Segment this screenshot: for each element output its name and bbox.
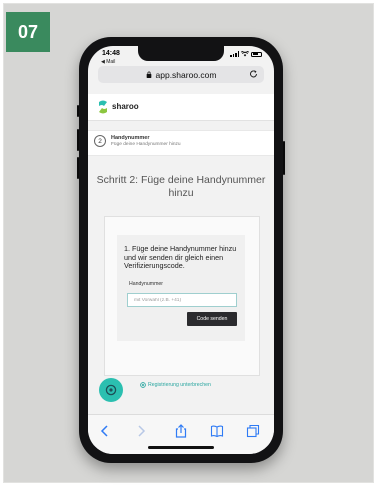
help-icon (105, 384, 117, 396)
step-badge: 07 (6, 12, 50, 52)
phone-field-label: Handynummer (129, 281, 164, 287)
book-icon[interactable] (210, 424, 224, 438)
brand-name: sharoo (112, 102, 139, 111)
phone-screen: 14:48 ◀ Mail app.sharoo.com sharoo 2 Han… (88, 46, 274, 454)
url-bar[interactable]: app.sharoo.com (98, 66, 264, 83)
instruction-text: 1. Füge deine Handynummer hinzu und wir … (124, 244, 237, 271)
url-text: app.sharoo.com (155, 69, 217, 80)
step-title: Handynummer (111, 135, 150, 141)
step-number-circle: 2 (94, 135, 106, 147)
progress-step: 2 Handynummer Füge deine Handynummer hin… (88, 130, 274, 156)
sharoo-logo-icon[interactable] (96, 99, 110, 115)
volume-down-button (77, 157, 79, 179)
battery-icon (251, 51, 262, 57)
share-icon[interactable] (174, 424, 188, 438)
wifi-icon (241, 51, 249, 57)
chevron-left-icon[interactable] (98, 424, 112, 438)
chevron-right-icon[interactable] (134, 424, 148, 438)
reload-icon[interactable] (249, 69, 258, 79)
site-header: sharoo (88, 94, 274, 121)
notch (138, 46, 224, 61)
volume-up-button (77, 129, 79, 151)
status-icons (230, 51, 262, 57)
signal-icon (230, 51, 239, 57)
help-button[interactable] (99, 378, 123, 402)
form-card: 1. Füge deine Handynummer hinzu und wir … (104, 216, 260, 376)
tabs-icon[interactable] (246, 424, 260, 438)
lock-icon (146, 71, 151, 78)
cancel-circle-icon (140, 382, 146, 388)
cancel-link-label: Registrierung unterbrechen (148, 382, 211, 388)
back-to-mail-link[interactable]: ◀ Mail (101, 59, 115, 65)
step-subtitle: Füge deine Handynummer hinzu (111, 142, 181, 147)
mute-switch (77, 105, 79, 117)
phone-device: 14:48 ◀ Mail app.sharoo.com sharoo 2 Han… (77, 37, 285, 463)
cancel-registration-link[interactable]: Registrierung unterbrechen (140, 382, 211, 388)
page-title: Schritt 2: Füge deine Handynummer hinzu (96, 174, 266, 199)
home-indicator (148, 446, 214, 449)
power-button (283, 141, 285, 175)
send-code-button[interactable]: Code senden (187, 312, 237, 326)
status-time: 14:48 (102, 50, 120, 57)
phone-number-input[interactable] (127, 293, 237, 307)
form-panel: 1. Füge deine Handynummer hinzu und wir … (117, 235, 245, 341)
